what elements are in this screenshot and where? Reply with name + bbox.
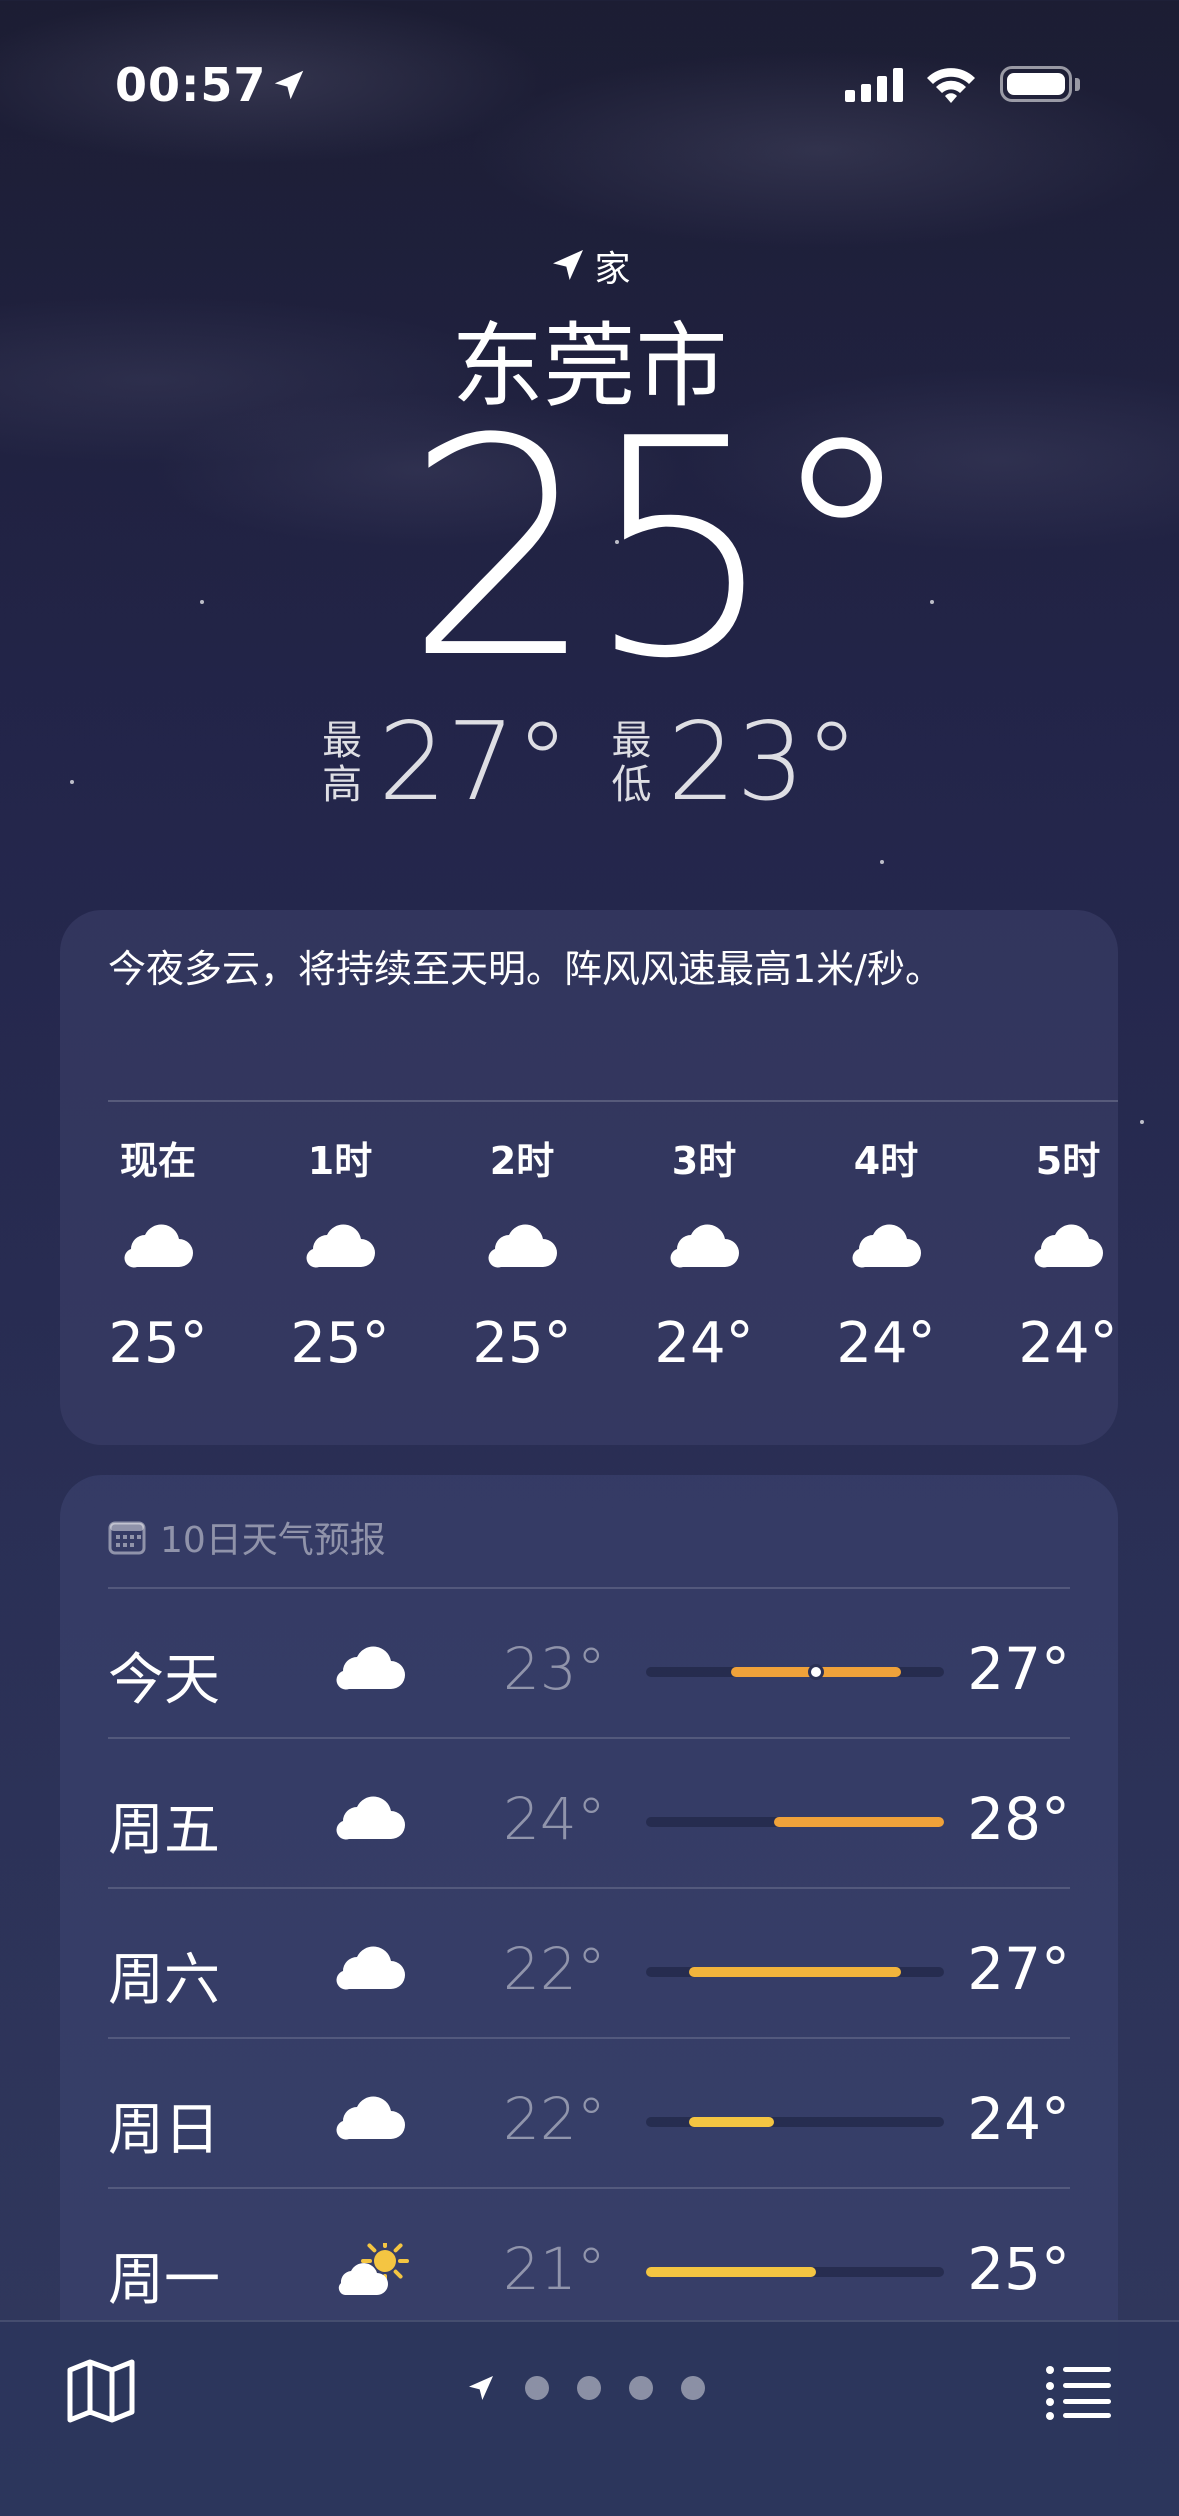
location-arrow-icon [274, 70, 304, 100]
temperature-range-bar [646, 1967, 944, 1977]
hour-label: 现在 [119, 1139, 196, 1183]
hourly-forecast-card[interactable]: 今夜多云，将持续至天明。阵风风速最高1米/秒。 现在 25° 1时 25° 2时 25° 3… [60, 910, 1118, 1445]
high-label: 最高 [322, 717, 363, 808]
hour-temperature: 24° [836, 1311, 936, 1376]
cloud-icon [306, 1224, 375, 1268]
forecast-day: 周六 [108, 1948, 220, 2013]
temperature-range-bar [646, 1817, 944, 1827]
forecast-row[interactable]: 周一 21° 25° [108, 2187, 1070, 2339]
cloud-icon [488, 1224, 557, 1268]
forecast-low: 22° [503, 2085, 606, 2153]
page-indicator[interactable] [465, 2372, 705, 2404]
star [200, 600, 204, 604]
hour-temperature: 24° [1018, 1311, 1118, 1376]
page-dot[interactable] [525, 2376, 549, 2400]
page-dot[interactable] [681, 2376, 705, 2400]
list-icon[interactable] [1045, 2364, 1113, 2420]
temperature-range-bar [646, 1664, 944, 1680]
forecast-row[interactable]: 周五 24° 28° [108, 1737, 1070, 1889]
calendar-icon [108, 1521, 146, 1555]
status-bar: 00:57 [0, 0, 1179, 150]
weather-summary: 今夜多云，将持续至天明。阵风风速最高1米/秒。 [108, 947, 943, 991]
cloud-icon [852, 1224, 921, 1268]
temperature-range-fill [646, 2267, 817, 2277]
low-label: 最低 [611, 717, 652, 808]
wifi-icon [927, 68, 975, 103]
hour-label: 1时 [307, 1139, 373, 1183]
forecast-row[interactable]: 今天 23° 27° [108, 1587, 1070, 1739]
hour-label: 5时 [1035, 1139, 1101, 1183]
forecast-high: 25° [967, 2235, 1070, 2303]
forecast-low: 22° [503, 1935, 606, 2003]
forecast-high: 27° [967, 1635, 1070, 1703]
star [880, 860, 884, 864]
forecast-day: 今天 [108, 1648, 220, 1713]
temperature-range-fill [773, 1817, 944, 1827]
page-dot[interactable] [577, 2376, 601, 2400]
cloud-icon [336, 1946, 405, 1990]
temperature-range-fill [688, 1967, 902, 1977]
forecast-row[interactable]: 周六 22° 27° [108, 1887, 1070, 2039]
cloud-icon [336, 1796, 405, 1840]
cloud-icon [1034, 1224, 1103, 1268]
cloud-icon [670, 1224, 739, 1268]
hour-item: 现在 25° [98, 1130, 218, 1376]
ten-day-title: 10日天气预报 [108, 1511, 386, 1563]
forecast-row[interactable]: 周日 22° 24° [108, 2037, 1070, 2189]
temperature-range-bar [646, 2267, 944, 2277]
divider [108, 1100, 1118, 1102]
cloud-icon [124, 1224, 193, 1268]
location-arrow-icon[interactable] [465, 2372, 497, 2404]
hour-label: 4时 [853, 1139, 919, 1183]
low-temperature: 23° [667, 700, 859, 825]
temperature-range-fill [688, 2117, 774, 2127]
current-temp-dot [808, 1664, 825, 1680]
hour-label: 3时 [671, 1139, 737, 1183]
home-location-label: 家 [0, 240, 1179, 292]
forecast-day: 周五 [108, 1798, 220, 1863]
hour-temperature: 24° [654, 1311, 754, 1376]
battery-icon [1000, 66, 1072, 102]
forecast-high: 24° [967, 2085, 1070, 2153]
hour-item: 3时 24° [644, 1130, 764, 1376]
cellular-signal-icon [845, 68, 903, 102]
high-low-temperatures: 最高 27° 最低 23° [0, 700, 1179, 825]
forecast-high: 28° [967, 1785, 1070, 1853]
location-arrow-icon [553, 250, 584, 280]
partly-sunny-icon [338, 2237, 409, 2295]
forecast-day: 周日 [108, 2098, 220, 2163]
temperature-range-bar [646, 2117, 944, 2127]
forecast-day: 周一 [108, 2248, 220, 2313]
hour-item: 2时 25° [462, 1130, 582, 1376]
forecast-low: 21° [503, 2235, 606, 2303]
hour-temperature: 25° [290, 1311, 390, 1376]
forecast-high: 27° [967, 1935, 1070, 2003]
hour-label: 2时 [489, 1139, 555, 1183]
cloud-icon [336, 2096, 405, 2140]
hour-item: 5时 24° [1008, 1130, 1128, 1376]
status-time: 00:57 [115, 58, 267, 112]
hour-temperature: 25° [108, 1311, 208, 1376]
high-temperature: 27° [378, 700, 570, 825]
hour-item: 1时 25° [280, 1130, 400, 1376]
forecast-low: 24° [503, 1785, 606, 1853]
page-dot[interactable] [629, 2376, 653, 2400]
hour-item: 4时 24° [826, 1130, 946, 1376]
bottom-toolbar [0, 2320, 1179, 2516]
current-temperature: 25° [405, 375, 917, 724]
ten-day-title-text: 10日天气预报 [160, 1520, 386, 1561]
home-label-text: 家 [594, 249, 631, 290]
forecast-low: 23° [503, 1635, 606, 1703]
star [1140, 1120, 1144, 1124]
cloud-icon [336, 1646, 405, 1690]
map-icon[interactable] [66, 2358, 136, 2424]
star [930, 600, 934, 604]
battery-tip [1075, 78, 1080, 91]
hour-temperature: 25° [472, 1311, 572, 1376]
